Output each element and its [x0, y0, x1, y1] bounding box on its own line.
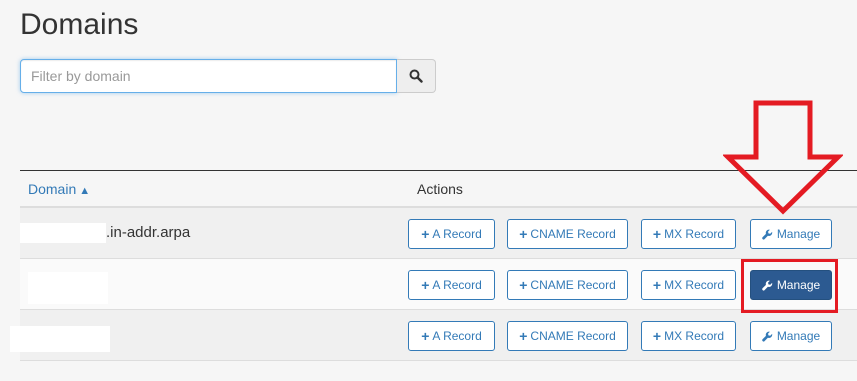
table-row: .in-addr.arpa + A Record + CNAME Record + M…	[20, 208, 857, 259]
mx-record-label: MX Record	[664, 278, 725, 292]
add-mx-record-button[interactable]: + MX Record	[641, 321, 736, 351]
actions-header: Actions	[417, 181, 463, 197]
a-record-label: A Record	[432, 227, 482, 241]
cname-record-label: CNAME Record	[530, 278, 616, 292]
redaction	[10, 326, 110, 352]
table-row: r +A Record +CNAME Record +MX Record Man…	[20, 259, 857, 310]
manage-label: Manage	[776, 227, 821, 241]
domain-name	[10, 326, 110, 352]
domain-suffix: .in-addr.arpa	[106, 223, 191, 241]
wrench-icon	[762, 331, 773, 342]
plus-icon: +	[652, 226, 662, 242]
plus-icon: +	[519, 226, 528, 242]
cname-record-label: CNAME Record	[530, 329, 616, 343]
wrench-icon	[762, 229, 773, 240]
plus-icon: +	[421, 226, 430, 242]
plus-icon: +	[421, 277, 430, 293]
domain-header-label: Domain	[28, 181, 77, 197]
search-input[interactable]	[20, 59, 397, 93]
search-button[interactable]	[397, 59, 436, 93]
page-title: Domains	[20, 8, 139, 41]
redaction	[28, 272, 108, 304]
mx-record-label: MX Record	[664, 329, 725, 343]
add-mx-record-button[interactable]: + MX Record	[641, 270, 736, 300]
add-cname-record-button[interactable]: + CNAME Record	[507, 321, 628, 351]
mx-record-label: MX Record	[664, 227, 725, 241]
plus-icon: +	[652, 277, 662, 293]
redaction	[20, 223, 106, 243]
plus-icon: +	[519, 328, 528, 344]
add-a-record-button[interactable]: + A Record	[408, 321, 495, 351]
domain-name: r	[28, 272, 108, 304]
annotation-highlight-box	[741, 259, 838, 313]
sort-by-domain-header[interactable]: Domain ▲	[28, 181, 90, 197]
plus-icon: +	[421, 328, 430, 344]
domain-name: .in-addr.arpa	[20, 223, 190, 243]
annotation-down-arrow	[723, 100, 843, 215]
plus-icon: +	[519, 277, 528, 293]
manage-button[interactable]: Manage	[750, 321, 832, 351]
search-icon	[409, 69, 423, 83]
add-cname-record-button[interactable]: + CNAME Record	[507, 270, 628, 300]
add-a-record-button[interactable]: + A Record	[408, 219, 495, 249]
plus-icon: +	[652, 328, 662, 344]
manage-label: Manage	[776, 329, 821, 343]
cname-record-label: CNAME Record	[530, 227, 616, 241]
add-mx-record-button[interactable]: + MX Record	[641, 219, 736, 249]
a-record-label: A Record	[432, 278, 482, 292]
add-cname-record-button[interactable]: + CNAME Record	[507, 219, 628, 249]
search-group	[20, 59, 436, 93]
table-row: + A Record + CNAME Record + MX Record Manag…	[10, 310, 857, 361]
add-a-record-button[interactable]: + A Record	[408, 270, 495, 300]
manage-button[interactable]: Manage	[750, 219, 832, 249]
caret-up-icon: ▲	[79, 185, 91, 197]
a-record-label: A Record	[432, 329, 482, 343]
